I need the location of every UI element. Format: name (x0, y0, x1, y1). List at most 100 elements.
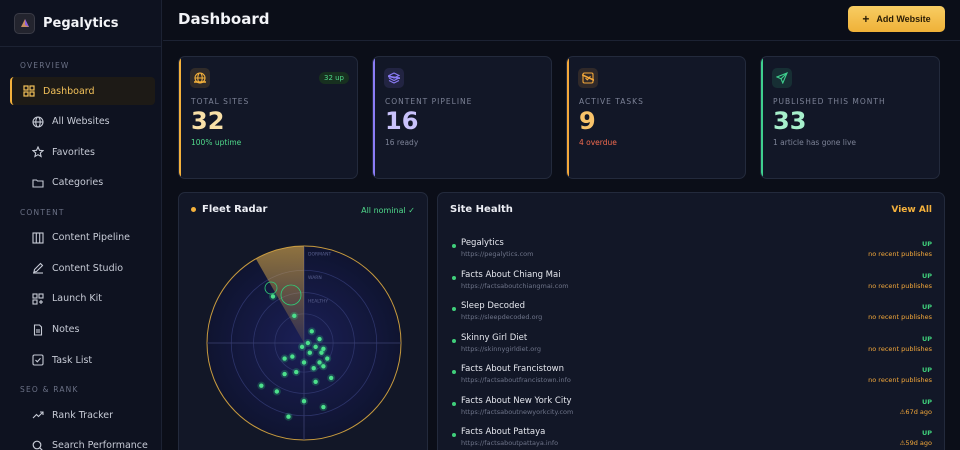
stat-label: TOTAL SITES (191, 97, 250, 106)
stat-value: 9 (579, 107, 596, 135)
sidebar-item-label: Search Performance (52, 440, 148, 450)
radar-blip (282, 371, 287, 377)
radar-blip (325, 356, 330, 361)
sidebar-item-rank-tracker[interactable]: Rank Tracker (10, 401, 155, 429)
brand-logo-icon (14, 12, 35, 34)
stat-label: ACTIVE TASKS (579, 97, 644, 106)
brand-name: Pegalytics (43, 15, 119, 31)
sidebar-item-content-pipeline[interactable]: Content Pipeline (10, 224, 155, 252)
sidebar-item-favorites[interactable]: Favorites (10, 138, 155, 166)
site-url[interactable]: https://skinnygirldiet.org (461, 345, 541, 353)
stat-subtext: 100% uptime (191, 138, 242, 147)
stat-value: 32 (191, 107, 225, 135)
nav-section-label: OVERVIEW (20, 61, 70, 70)
status-dot-icon (452, 338, 456, 343)
site-health-row[interactable]: Facts About Francistown https://factsabo… (452, 364, 932, 390)
site-name: Sleep Decoded (461, 301, 525, 311)
brand[interactable]: Pegalytics (0, 0, 161, 47)
site-publish-note: no recent publishes (868, 376, 932, 384)
plus-icon: + (862, 12, 870, 26)
radar-ring-label: HEALTHY (308, 298, 328, 304)
radar-chart[interactable]: DORMANT WARN HEALTHY (179, 193, 428, 450)
sidebar-nav: OVERVIEW Dashboard All Websites Favorites Ca… (0, 47, 161, 450)
stat-card-accent (761, 57, 763, 178)
site-status: UP (921, 271, 932, 280)
search-icon (32, 440, 44, 450)
site-health-row[interactable]: Facts About Pattaya https://factsaboutpa… (452, 427, 932, 450)
add-website-button[interactable]: + Add Website (848, 6, 945, 32)
site-url[interactable]: https://factsaboutfrancistown.info (461, 376, 571, 384)
document-icon (32, 324, 44, 336)
stat-card-total-sites[interactable]: 32 up TOTAL SITES 32 100% uptime (178, 56, 358, 179)
send-icon (772, 68, 792, 88)
site-publish-note: no recent publishes (868, 281, 932, 290)
sidebar-item-content-studio[interactable]: Content Studio (10, 254, 155, 282)
site-name: Skinny Girl Diet (461, 332, 528, 343)
radar-blip (321, 364, 326, 369)
sidebar-item-label: Task List (52, 354, 93, 366)
site-url[interactable]: https://sleepdecoded.org (461, 313, 542, 321)
stat-card-accent (179, 57, 181, 178)
sidebar-item-search-performance[interactable]: Search Performance (10, 432, 155, 450)
site-name: Facts About Francistown (461, 364, 564, 374)
stat-card-content-pipeline[interactable]: CONTENT PIPELINE 16 16 ready (372, 56, 552, 179)
radar-blip (290, 354, 295, 359)
site-name: Facts About Chiang Mai (461, 269, 561, 280)
radar-blip (282, 356, 287, 361)
checkbox-icon (578, 68, 598, 88)
site-name: Pegalytics (461, 238, 504, 248)
radar-blip (321, 404, 326, 410)
site-health-row[interactable]: Facts About Chiang Mai https://factsabou… (452, 270, 932, 296)
site-name: Facts About Pattaya (461, 427, 546, 437)
site-url[interactable]: https://factsaboutchiangmai.com (461, 282, 569, 290)
folder-icon (32, 177, 44, 189)
stat-label: CONTENT PIPELINE (385, 97, 473, 106)
status-dot-icon (452, 370, 456, 374)
site-url[interactable]: https://pegalytics.com (461, 250, 533, 258)
topbar: Dashboard + Add Website (163, 0, 960, 41)
sidebar-item-label: All Websites (52, 116, 110, 128)
radar-blip (305, 340, 311, 346)
pen-icon (32, 262, 44, 274)
site-url[interactable]: https://factsaboutnewyorkcity.com (461, 408, 573, 416)
view-all-link[interactable]: View All (891, 205, 932, 215)
radar-blip (328, 375, 334, 381)
radar-blip (259, 383, 264, 388)
site-health-row[interactable]: Pegalytics https://pegalytics.com UP no … (452, 238, 932, 264)
site-health-panel: Site Health View All Pegalytics https://… (437, 192, 945, 450)
status-dot-icon (452, 275, 456, 280)
stat-card-published-this-month[interactable]: PUBLISHED THIS MONTH 33 1 article has go… (760, 56, 940, 179)
stat-sparkline (385, 149, 547, 169)
sidebar-item-all-websites[interactable]: All Websites (10, 108, 155, 136)
radar-blip (313, 379, 318, 384)
grid-icon (23, 85, 35, 97)
sidebar-item-label: Notes (52, 324, 80, 336)
stat-card-active-tasks[interactable]: ACTIVE TASKS 9 4 overdue (566, 56, 746, 179)
sidebar-item-launch-kit[interactable]: Launch Kit (10, 285, 155, 313)
sidebar-item-categories[interactable]: Categories (10, 169, 155, 197)
grid-plus-icon (32, 293, 44, 305)
radar-blip (294, 369, 299, 375)
site-status: UP (921, 334, 932, 343)
site-health-row[interactable]: Facts About New York City https://factsa… (452, 396, 932, 422)
sidebar-item-label: Rank Tracker (52, 409, 114, 421)
site-name: Facts About New York City (461, 395, 572, 406)
site-health-row[interactable]: Skinny Girl Diet https://skinnygirldiet.… (452, 333, 932, 359)
radar-blip (307, 350, 313, 355)
radar-blip (286, 414, 291, 419)
site-publish-note: no recent publishes (868, 250, 932, 258)
nav-section-label: SEO & RANK (20, 385, 79, 395)
radar-blip (292, 313, 297, 319)
sidebar-item-label: Content Pipeline (52, 232, 130, 244)
sidebar-item-label: Favorites (52, 146, 95, 158)
nav-section-label: CONTENT (20, 207, 65, 217)
sidebar-item-label: Categories (52, 177, 104, 189)
site-health-row[interactable]: Sleep Decoded https://sleepdecoded.org U… (452, 301, 932, 327)
site-publish-note: no recent publishes (868, 344, 932, 353)
sidebar-item-task-list[interactable]: Task List (10, 346, 155, 374)
sidebar-item-notes[interactable]: Notes (10, 316, 155, 344)
globe-icon (32, 116, 44, 128)
site-url[interactable]: https://factsaboutpattaya.info (461, 439, 558, 447)
radar-ring-label: DORMANT (308, 252, 331, 258)
sidebar-item-dashboard[interactable]: Dashboard (10, 77, 155, 105)
